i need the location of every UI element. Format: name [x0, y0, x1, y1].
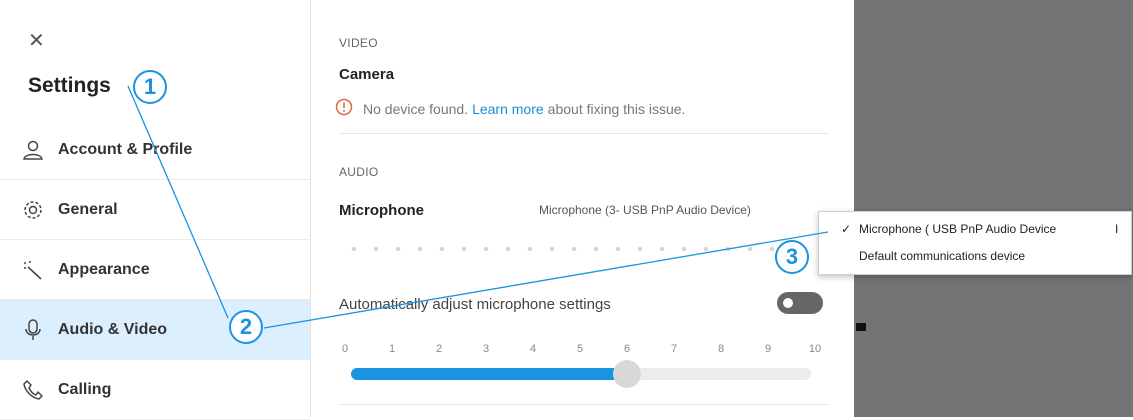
- cursor-icon: I: [1115, 222, 1119, 236]
- magic-wand-icon: [22, 259, 58, 281]
- volume-tick-label: 8: [717, 343, 725, 355]
- check-icon: ✓: [841, 222, 852, 236]
- volume-tick-label: 9: [764, 343, 772, 355]
- warning-text-after: about fixing this issue.: [547, 100, 686, 117]
- volume-tick-label: 4: [529, 343, 537, 355]
- sidebar-item-label: Calling: [58, 380, 112, 398]
- sidebar-item-calling[interactable]: Calling: [0, 360, 310, 420]
- sidebar-item-label: Audio & Video: [58, 320, 168, 338]
- microphone-icon: [22, 318, 58, 342]
- sidebar-item-account-profile[interactable]: Account & Profile: [0, 120, 310, 180]
- volume-tick-label: 3: [482, 343, 490, 355]
- volume-tick-label: 2: [435, 343, 443, 355]
- annotation-badge-1: 1: [133, 70, 167, 104]
- camera-warning: No device found. Learn more about fixing…: [335, 98, 685, 119]
- learn-more-link[interactable]: Learn more: [472, 101, 544, 117]
- divider: [339, 404, 829, 405]
- sidebar-item-audio-video[interactable]: Audio & Video: [0, 300, 310, 360]
- camera-title: Camera: [339, 66, 395, 83]
- divider: [339, 133, 829, 134]
- auto-adjust-toggle[interactable]: [777, 292, 823, 314]
- microphone-select[interactable]: Microphone (3- USB PnP Audio Device): [539, 203, 751, 217]
- person-icon: [22, 139, 58, 161]
- microphone-dropdown: ✓ Microphone ( USB PnP Audio Device I De…: [818, 211, 1132, 275]
- volume-tick-label: 5: [576, 343, 584, 355]
- background-mark: [856, 323, 866, 331]
- volume-tick-label: 0: [341, 343, 349, 355]
- volume-tick-label: 6: [623, 343, 631, 355]
- gear-icon: [22, 199, 58, 221]
- sidebar-item-label: Account & Profile: [58, 140, 193, 158]
- volume-slider[interactable]: [351, 360, 811, 388]
- annotation-badge-2: 2: [229, 310, 263, 344]
- phone-icon: [22, 379, 58, 401]
- volume-tick-label: 1: [388, 343, 396, 355]
- volume-slider-thumb[interactable]: [613, 360, 641, 388]
- warning-icon: [335, 98, 353, 119]
- mic-level-indicator: [343, 244, 813, 254]
- sidebar-item-label: Appearance: [58, 260, 150, 278]
- video-section-label: VIDEO: [339, 36, 378, 50]
- sidebar-item-label: General: [58, 200, 118, 218]
- audio-video-panel: VIDEO Camera No device found. Learn more…: [311, 0, 854, 417]
- annotation-badge-3: 3: [775, 240, 809, 274]
- volume-slider-fill: [351, 368, 627, 380]
- volume-tick-label: 10: [808, 343, 822, 355]
- volume-ticks: 0 1 2 3 4 5 6 7 8 9 10: [341, 343, 821, 359]
- toggle-knob: [783, 298, 793, 308]
- sidebar-item-appearance[interactable]: Appearance: [0, 240, 310, 300]
- audio-section-label: AUDIO: [339, 165, 379, 179]
- sidebar-item-general[interactable]: General: [0, 180, 310, 240]
- settings-sidebar: ✕ Settings Account & Profile General App…: [0, 0, 311, 420]
- microphone-title: Microphone: [339, 202, 424, 219]
- close-icon[interactable]: ✕: [28, 28, 45, 53]
- auto-adjust-label: Automatically adjust microphone settings: [339, 296, 611, 313]
- warning-text: No device found.: [363, 100, 469, 117]
- settings-title: Settings: [28, 74, 111, 97]
- background-panel: [854, 0, 1133, 417]
- volume-tick-label: 7: [670, 343, 678, 355]
